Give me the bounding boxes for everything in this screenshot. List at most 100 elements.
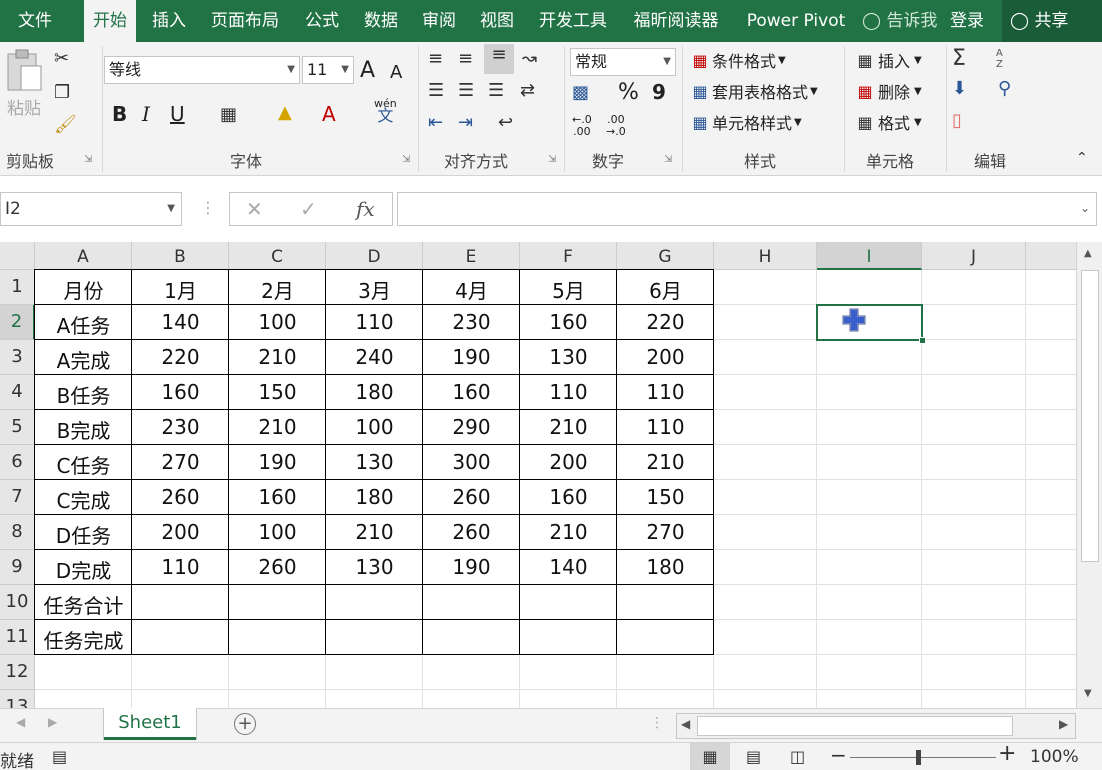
phonetic-button[interactable]: wén 文 — [374, 98, 397, 124]
table-cell[interactable]: 290 — [423, 415, 520, 439]
vertical-scrollbar[interactable]: ▲ ▼ — [1076, 242, 1102, 708]
table-cell[interactable]: 200 — [132, 520, 229, 544]
menu-tab[interactable]: 审阅 — [414, 0, 464, 42]
table-cell[interactable]: A完成 — [35, 345, 132, 374]
merge-icon[interactable]: ⇄ — [520, 80, 535, 101]
find-icon[interactable]: ⚲ — [998, 78, 1011, 99]
table-cell[interactable]: 260 — [423, 485, 520, 509]
cut-icon[interactable]: ✂ — [54, 48, 69, 69]
align-center-icon[interactable]: ☰ — [458, 80, 474, 101]
table-cell[interactable]: 160 — [132, 380, 229, 404]
align-top-icon[interactable]: ≡ — [428, 48, 443, 69]
table-cell[interactable]: 110 — [617, 380, 714, 404]
formula-input[interactable]: ⌄ — [397, 192, 1097, 226]
enter-icon[interactable]: ✓ — [300, 197, 317, 221]
number-format-select[interactable]: 常规 ▼ — [570, 48, 676, 76]
table-cell[interactable]: C完成 — [35, 485, 132, 514]
zoom-slider-thumb[interactable] — [916, 750, 921, 765]
table-cell[interactable]: 110 — [326, 310, 423, 334]
table-cell[interactable]: 月份 — [35, 275, 132, 304]
menu-tab[interactable]: 公式 — [296, 0, 348, 42]
scroll-right-icon[interactable]: ▶ — [1059, 717, 1068, 731]
sheet-tab-sheet1[interactable]: Sheet1 — [104, 708, 196, 740]
paste-button[interactable]: 粘贴 — [4, 48, 44, 119]
zoom-level[interactable]: 100% — [1030, 747, 1079, 767]
column-header[interactable]: B — [132, 242, 229, 270]
share-button[interactable]: ◯ 共享 — [1002, 0, 1102, 42]
align-middle-icon[interactable]: ≡ — [458, 48, 473, 69]
menu-tab[interactable]: 福昕阅读器 — [624, 0, 728, 42]
orientation-icon[interactable]: ↝ — [522, 48, 537, 69]
table-cell[interactable]: 130 — [326, 555, 423, 579]
fill-down-icon[interactable]: ⬇ — [952, 78, 967, 99]
table-cell[interactable]: 200 — [520, 450, 617, 474]
row-header[interactable]: 6 — [0, 445, 35, 480]
font-name-select[interactable]: 等线 ▼ — [104, 56, 300, 84]
fill-color-icon[interactable]: ▲ — [278, 102, 292, 123]
next-sheet-icon[interactable]: ▶ — [48, 715, 57, 729]
copy-icon[interactable]: ❐ — [54, 82, 70, 103]
add-sheet-button[interactable]: + — [234, 713, 256, 735]
table-cell[interactable]: 210 — [617, 450, 714, 474]
horizontal-scrollbar[interactable]: ◀ ▶ — [676, 713, 1076, 739]
underline-button[interactable]: U — [170, 102, 185, 126]
table-cell[interactable]: 270 — [132, 450, 229, 474]
italic-button[interactable]: I — [142, 102, 150, 126]
table-cell[interactable]: 260 — [229, 555, 326, 579]
zoom-slider[interactable] — [850, 750, 996, 765]
fill-handle[interactable] — [919, 337, 926, 344]
increase-indent-icon[interactable]: ⇥ — [458, 112, 473, 133]
currency-icon[interactable]: ▩ — [572, 82, 589, 103]
column-header[interactable]: F — [520, 242, 617, 270]
table-cell[interactable]: C任务 — [35, 450, 132, 479]
table-cell[interactable]: 230 — [132, 415, 229, 439]
table-cell[interactable]: 任务合计 — [35, 590, 132, 619]
table-cell[interactable]: 150 — [617, 485, 714, 509]
table-cell[interactable]: 110 — [520, 380, 617, 404]
cancel-icon[interactable]: ✕ — [246, 197, 263, 221]
scroll-up-icon[interactable]: ▲ — [1084, 248, 1092, 259]
table-cell[interactable]: 100 — [229, 520, 326, 544]
autosum-icon[interactable]: Σ — [952, 46, 966, 71]
table-cell[interactable]: 180 — [617, 555, 714, 579]
row-header[interactable]: 10 — [0, 585, 35, 620]
wrap-text-icon[interactable]: ↩ — [498, 112, 513, 133]
column-header[interactable]: J — [922, 242, 1026, 270]
number-launcher-icon[interactable]: ⇲ — [664, 154, 672, 165]
menu-tab[interactable]: 开始 — [84, 0, 136, 42]
percent-button[interactable]: % — [618, 80, 639, 105]
table-cell[interactable]: 190 — [229, 450, 326, 474]
column-header[interactable]: I — [817, 242, 922, 270]
delete-cells-button[interactable]: ▦ 删除 ▼ — [852, 79, 921, 103]
border-icon[interactable]: ▦ — [220, 104, 237, 125]
table-cell[interactable]: 240 — [326, 345, 423, 369]
comma-button[interactable]: 9 — [652, 80, 666, 104]
table-cell[interactable]: 6月 — [617, 275, 714, 304]
table-cell[interactable]: 任务完成 — [35, 625, 132, 654]
row-header[interactable]: 11 — [0, 620, 35, 655]
table-cell[interactable]: D完成 — [35, 555, 132, 584]
table-cell[interactable]: 260 — [423, 520, 520, 544]
table-cell[interactable]: 260 — [132, 485, 229, 509]
table-cell[interactable]: 200 — [617, 345, 714, 369]
menu-tab[interactable]: 数据 — [355, 0, 407, 42]
table-cell[interactable]: 150 — [229, 380, 326, 404]
column-header[interactable]: D — [326, 242, 423, 270]
table-cell[interactable]: 220 — [617, 310, 714, 334]
normal-view-icon[interactable]: ▦ — [690, 743, 730, 770]
table-cell[interactable]: 220 — [132, 345, 229, 369]
shrink-font-button[interactable]: A — [390, 62, 402, 83]
align-bottom-icon[interactable]: ≡ — [484, 44, 514, 74]
table-cell[interactable]: 140 — [132, 310, 229, 334]
table-cell[interactable]: 110 — [617, 415, 714, 439]
table-cell[interactable]: 130 — [520, 345, 617, 369]
cell-styles-button[interactable]: ▦ 单元格样式 ▼ — [688, 110, 801, 134]
column-header[interactable]: C — [229, 242, 326, 270]
decrease-indent-icon[interactable]: ⇤ — [428, 112, 443, 133]
table-cell[interactable]: 2月 — [229, 275, 326, 304]
table-cell[interactable]: D任务 — [35, 520, 132, 549]
row-header[interactable]: 7 — [0, 480, 35, 515]
table-cell[interactable]: 270 — [617, 520, 714, 544]
menu-tab[interactable]: 视图 — [472, 0, 522, 42]
row-header[interactable]: 4 — [0, 375, 35, 410]
